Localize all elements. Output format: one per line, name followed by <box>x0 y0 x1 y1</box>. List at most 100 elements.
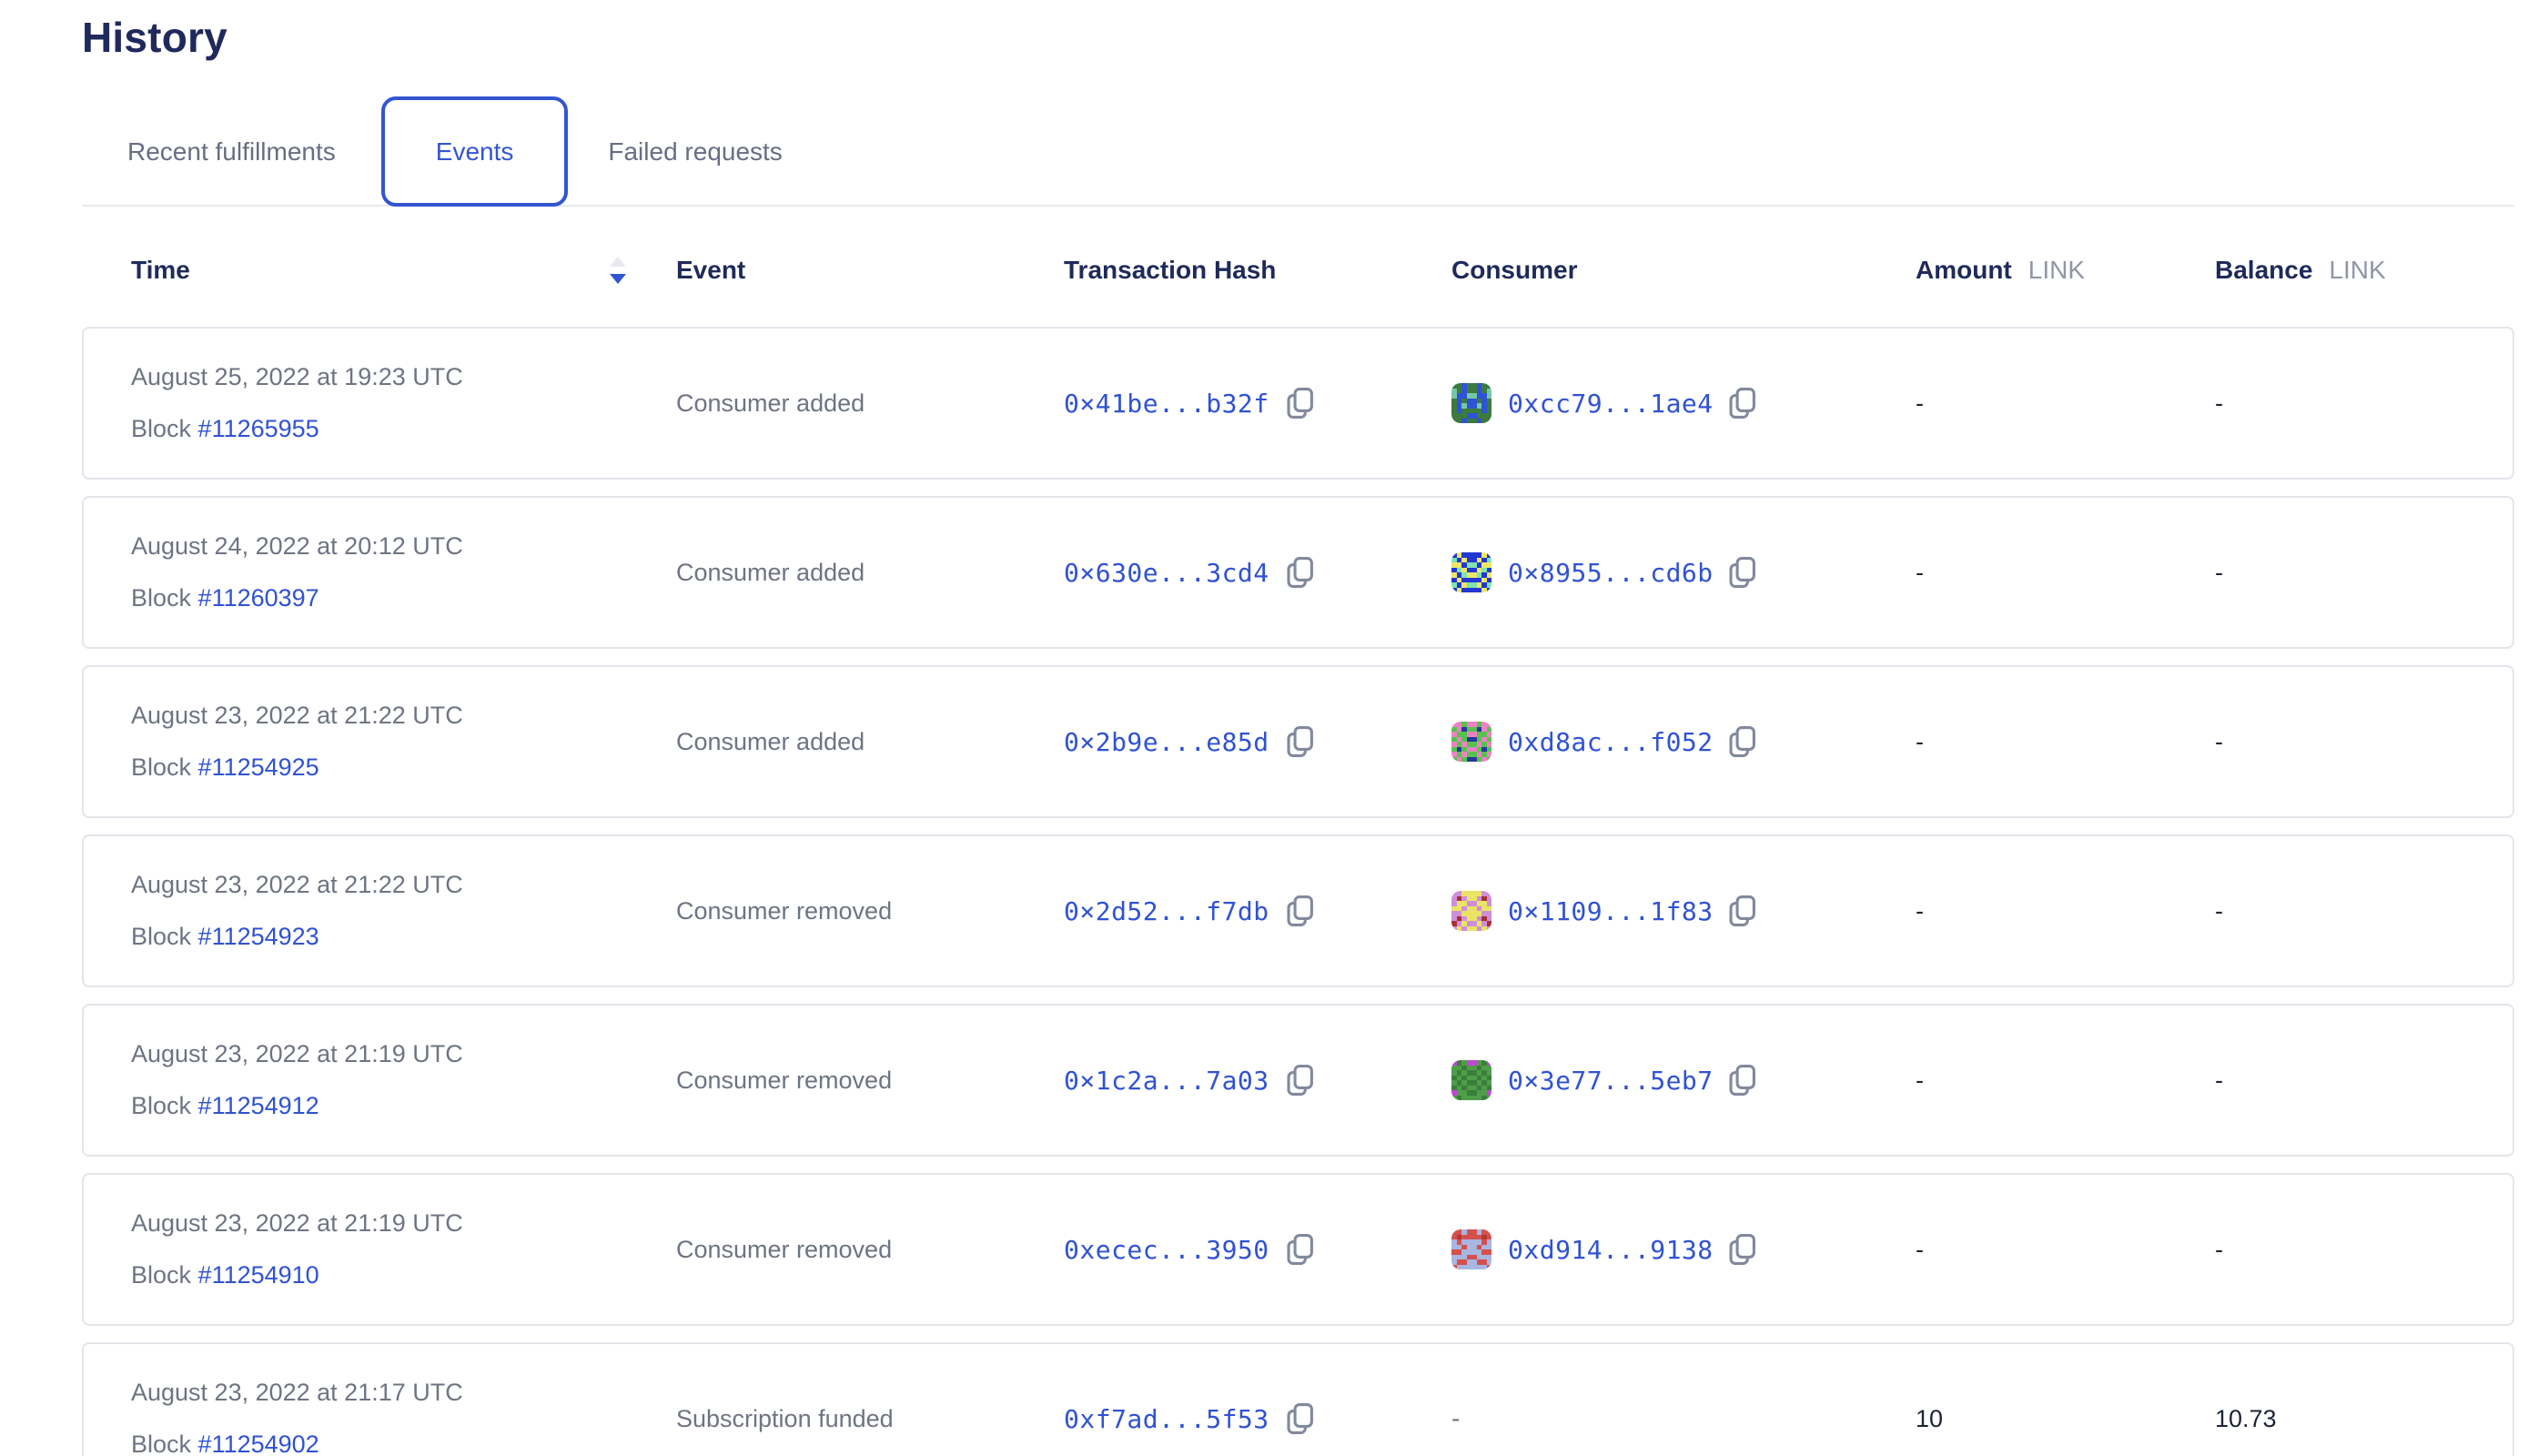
block-number-link[interactable]: #11254923 <box>198 923 319 950</box>
event-label: Consumer removed <box>676 1236 892 1263</box>
consumer-address-link[interactable]: 0xcc79...1ae4 <box>1508 389 1714 419</box>
page-title: History <box>82 13 2514 62</box>
block-line: Block #11254910 <box>131 1261 676 1289</box>
tx-hash-link[interactable]: 0×2b9e...e85d <box>1064 727 1269 757</box>
block-label: Block <box>131 923 191 950</box>
copy-icon[interactable] <box>1726 555 1757 590</box>
balance-value: 10.73 <box>2215 1405 2513 1433</box>
event-cell: Consumer removed <box>676 897 1064 925</box>
row-timestamp: August 23, 2022 at 21:19 UTC <box>131 1209 676 1238</box>
consumer-cell: 0xd8ac...f052 <box>1451 722 1916 762</box>
row-timestamp: August 23, 2022 at 21:17 UTC <box>131 1379 676 1407</box>
block-number-link[interactable]: #11260397 <box>198 584 319 612</box>
row-timestamp: August 25, 2022 at 19:23 UTC <box>131 363 676 391</box>
consumer-cell: 0xcc79...1ae4 <box>1451 383 1916 423</box>
amount-value: - <box>1916 1236 2215 1264</box>
consumer-address-link[interactable]: 0×3e77...5eb7 <box>1508 1066 1714 1096</box>
copy-icon[interactable] <box>1284 1232 1315 1267</box>
tx-hash-link[interactable]: 0xf7ad...5f53 <box>1064 1404 1269 1434</box>
column-header-amount: Amount LINK <box>1916 256 2215 285</box>
event-label: Consumer removed <box>676 897 892 925</box>
balance-value: - <box>2215 389 2513 418</box>
event-cell: Subscription funded <box>676 1405 1064 1433</box>
time-cell: August 24, 2022 at 20:12 UTC Block #1126… <box>131 532 676 612</box>
consumer-cell: 0×1109...1f83 <box>1451 891 1916 931</box>
copy-icon[interactable] <box>1726 894 1757 928</box>
tx-cell: 0×41be...b32f <box>1064 386 1451 420</box>
copy-icon[interactable] <box>1284 724 1315 759</box>
row-timestamp: August 23, 2022 at 21:22 UTC <box>131 702 676 730</box>
copy-icon[interactable] <box>1726 724 1757 759</box>
sort-up-triangle <box>610 257 626 267</box>
copy-icon[interactable] <box>1726 1063 1757 1097</box>
table-row: August 23, 2022 at 21:19 UTC Block #1125… <box>82 1004 2514 1157</box>
copy-icon[interactable] <box>1284 894 1315 928</box>
block-label: Block <box>131 1431 191 1456</box>
copy-icon[interactable] <box>1726 386 1757 420</box>
amount-value: 10 <box>1916 1405 2215 1433</box>
sort-icon[interactable] <box>608 255 628 286</box>
block-line: Block #11254923 <box>131 923 676 951</box>
block-number-link[interactable]: #11254902 <box>198 1431 319 1456</box>
tab-label: Recent fulfillments <box>127 137 336 167</box>
balance-header-label: Balance <box>2215 256 2312 285</box>
event-cell: Consumer removed <box>676 1067 1064 1095</box>
consumer-address-link[interactable]: 0xd914...9138 <box>1508 1235 1714 1265</box>
copy-icon[interactable] <box>1726 1232 1757 1267</box>
tab-recent-fulfillments[interactable]: Recent fulfillments <box>82 96 381 207</box>
amount-value: - <box>1916 728 2215 756</box>
time-cell: August 23, 2022 at 21:19 UTC Block #1125… <box>131 1040 676 1120</box>
block-number-link[interactable]: #11265955 <box>198 415 319 442</box>
event-label: Consumer added <box>676 389 865 417</box>
row-timestamp: August 24, 2022 at 20:12 UTC <box>131 532 676 561</box>
consumer-cell: 0×8955...cd6b <box>1451 552 1916 592</box>
copy-icon[interactable] <box>1284 386 1315 420</box>
tab-events[interactable]: Events <box>381 96 569 207</box>
copy-icon[interactable] <box>1284 1401 1315 1436</box>
consumer-address-link[interactable]: 0×1109...1f83 <box>1508 896 1714 926</box>
consumer-address-link[interactable]: 0xd8ac...f052 <box>1508 727 1714 757</box>
row-timestamp: August 23, 2022 at 21:19 UTC <box>131 1040 676 1068</box>
consumer-address-link[interactable]: - <box>1451 1404 1461 1433</box>
block-label: Block <box>131 753 191 781</box>
amount-value: - <box>1916 1067 2215 1095</box>
block-number-link[interactable]: #11254910 <box>198 1261 319 1289</box>
tx-hash-link[interactable]: 0×630e...3cd4 <box>1064 558 1269 588</box>
column-header-time[interactable]: Time <box>131 256 676 285</box>
consumer-address-link[interactable]: 0×8955...cd6b <box>1508 558 1714 588</box>
tab-failed-requests[interactable]: Failed requests <box>568 96 827 207</box>
consumer-avatar-icon <box>1451 722 1492 762</box>
event-label: Subscription funded <box>676 1405 894 1432</box>
balance-unit-label: LINK <box>2329 256 2385 285</box>
block-line: Block #11254925 <box>131 753 676 782</box>
block-line: Block #11260397 <box>131 584 676 612</box>
amount-header-label: Amount <box>1916 256 2012 285</box>
tx-hash-link[interactable]: 0×1c2a...7a03 <box>1064 1066 1269 1096</box>
event-cell: Consumer removed <box>676 1236 1064 1264</box>
tx-cell: 0×2b9e...e85d <box>1064 724 1451 759</box>
table-row: August 23, 2022 at 21:22 UTC Block #1125… <box>82 834 2514 987</box>
block-number-link[interactable]: #11254925 <box>198 753 319 781</box>
tab-bar: Recent fulfillments Events Failed reques… <box>82 96 2514 207</box>
block-label: Block <box>131 415 191 442</box>
time-cell: August 23, 2022 at 21:19 UTC Block #1125… <box>131 1209 676 1289</box>
tx-hash-link[interactable]: 0xecec...3950 <box>1064 1235 1269 1265</box>
copy-icon[interactable] <box>1284 555 1315 590</box>
table-header: Time Event Transaction Hash Consumer Amo… <box>82 207 2514 327</box>
amount-unit-label: LINK <box>2028 256 2085 285</box>
table-row: August 23, 2022 at 21:17 UTC Block #1125… <box>82 1342 2514 1456</box>
consumer-avatar-icon <box>1451 383 1492 423</box>
event-label: Consumer added <box>676 559 865 586</box>
tx-hash-link[interactable]: 0×41be...b32f <box>1064 389 1269 419</box>
balance-value: - <box>2215 897 2513 925</box>
row-timestamp: August 23, 2022 at 21:22 UTC <box>131 871 676 899</box>
column-header-consumer: Consumer <box>1451 256 1916 285</box>
block-number-link[interactable]: #11254912 <box>198 1092 319 1119</box>
copy-icon[interactable] <box>1284 1063 1315 1097</box>
tx-cell: 0×630e...3cd4 <box>1064 555 1451 590</box>
balance-value: - <box>2215 559 2513 587</box>
tx-hash-link[interactable]: 0×2d52...f7db <box>1064 896 1269 926</box>
amount-value: - <box>1916 559 2215 587</box>
balance-value: - <box>2215 1236 2513 1264</box>
consumer-avatar-icon <box>1451 891 1492 931</box>
